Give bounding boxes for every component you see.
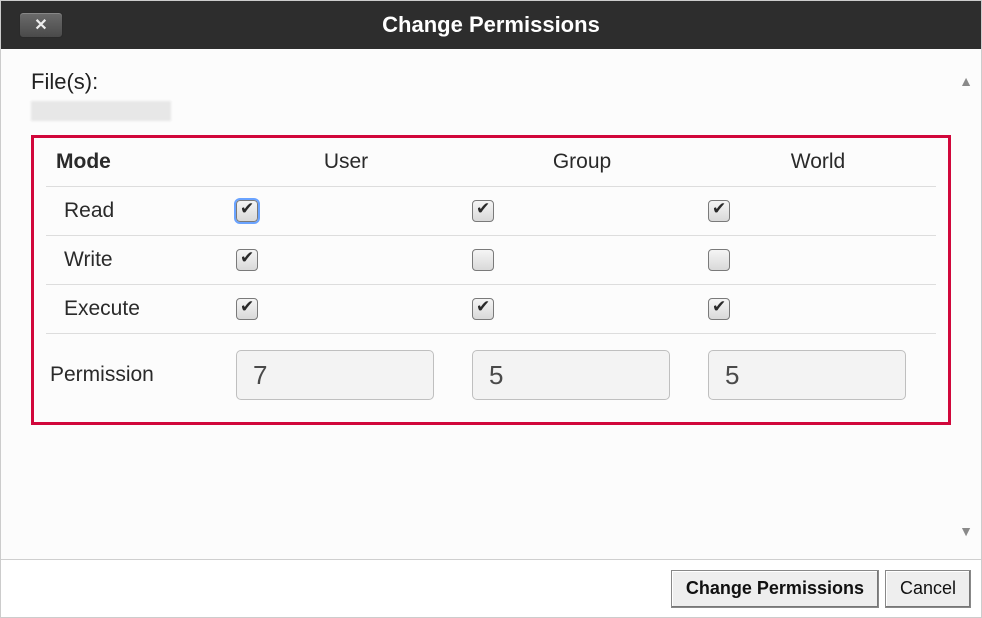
col-user: User: [228, 138, 464, 187]
dialog-content: ▲ ▼ File(s): Mode User Group World Read …: [1, 49, 981, 547]
checkbox-execute-group[interactable]: [472, 298, 494, 320]
permission-world-input[interactable]: 5: [708, 350, 906, 400]
row-write-label: Write: [46, 236, 228, 285]
files-label: File(s):: [31, 69, 951, 95]
checkbox-read-user[interactable]: [236, 200, 258, 222]
checkbox-read-group[interactable]: [472, 200, 494, 222]
row-read-label: Read: [46, 187, 228, 236]
row-execute-label: Execute: [46, 285, 228, 334]
checkbox-read-world[interactable]: [708, 200, 730, 222]
close-button[interactable]: ✕: [19, 12, 63, 38]
checkbox-execute-user[interactable]: [236, 298, 258, 320]
col-world: World: [700, 138, 936, 187]
cancel-button[interactable]: Cancel: [885, 570, 971, 608]
dialog-footer: Change Permissions Cancel: [1, 559, 981, 617]
col-group: Group: [464, 138, 700, 187]
dialog-titlebar: ✕ Change Permissions: [1, 1, 981, 49]
row-read: Read: [46, 187, 936, 236]
change-permissions-button[interactable]: Change Permissions: [671, 570, 879, 608]
files-list-redacted: [31, 101, 171, 121]
permissions-panel: Mode User Group World Read Write Execute: [31, 135, 951, 425]
row-execute: Execute: [46, 285, 936, 334]
table-header-row: Mode User Group World: [46, 138, 936, 187]
col-mode: Mode: [46, 138, 228, 187]
checkbox-write-group[interactable]: [472, 249, 494, 271]
dialog-title: Change Permissions: [382, 12, 600, 38]
checkbox-execute-world[interactable]: [708, 298, 730, 320]
scroll-up-icon[interactable]: ▲: [959, 73, 973, 89]
row-write: Write: [46, 236, 936, 285]
close-icon: ✕: [34, 15, 47, 35]
scroll-down-icon[interactable]: ▼: [959, 523, 973, 539]
permissions-table: Mode User Group World Read Write Execute: [46, 138, 936, 404]
permission-user-input[interactable]: 7: [236, 350, 434, 400]
permission-group-input[interactable]: 5: [472, 350, 670, 400]
row-permission-label: Permission: [46, 334, 228, 405]
checkbox-write-world[interactable]: [708, 249, 730, 271]
row-permission: Permission 7 5 5: [46, 334, 936, 405]
checkbox-write-user[interactable]: [236, 249, 258, 271]
